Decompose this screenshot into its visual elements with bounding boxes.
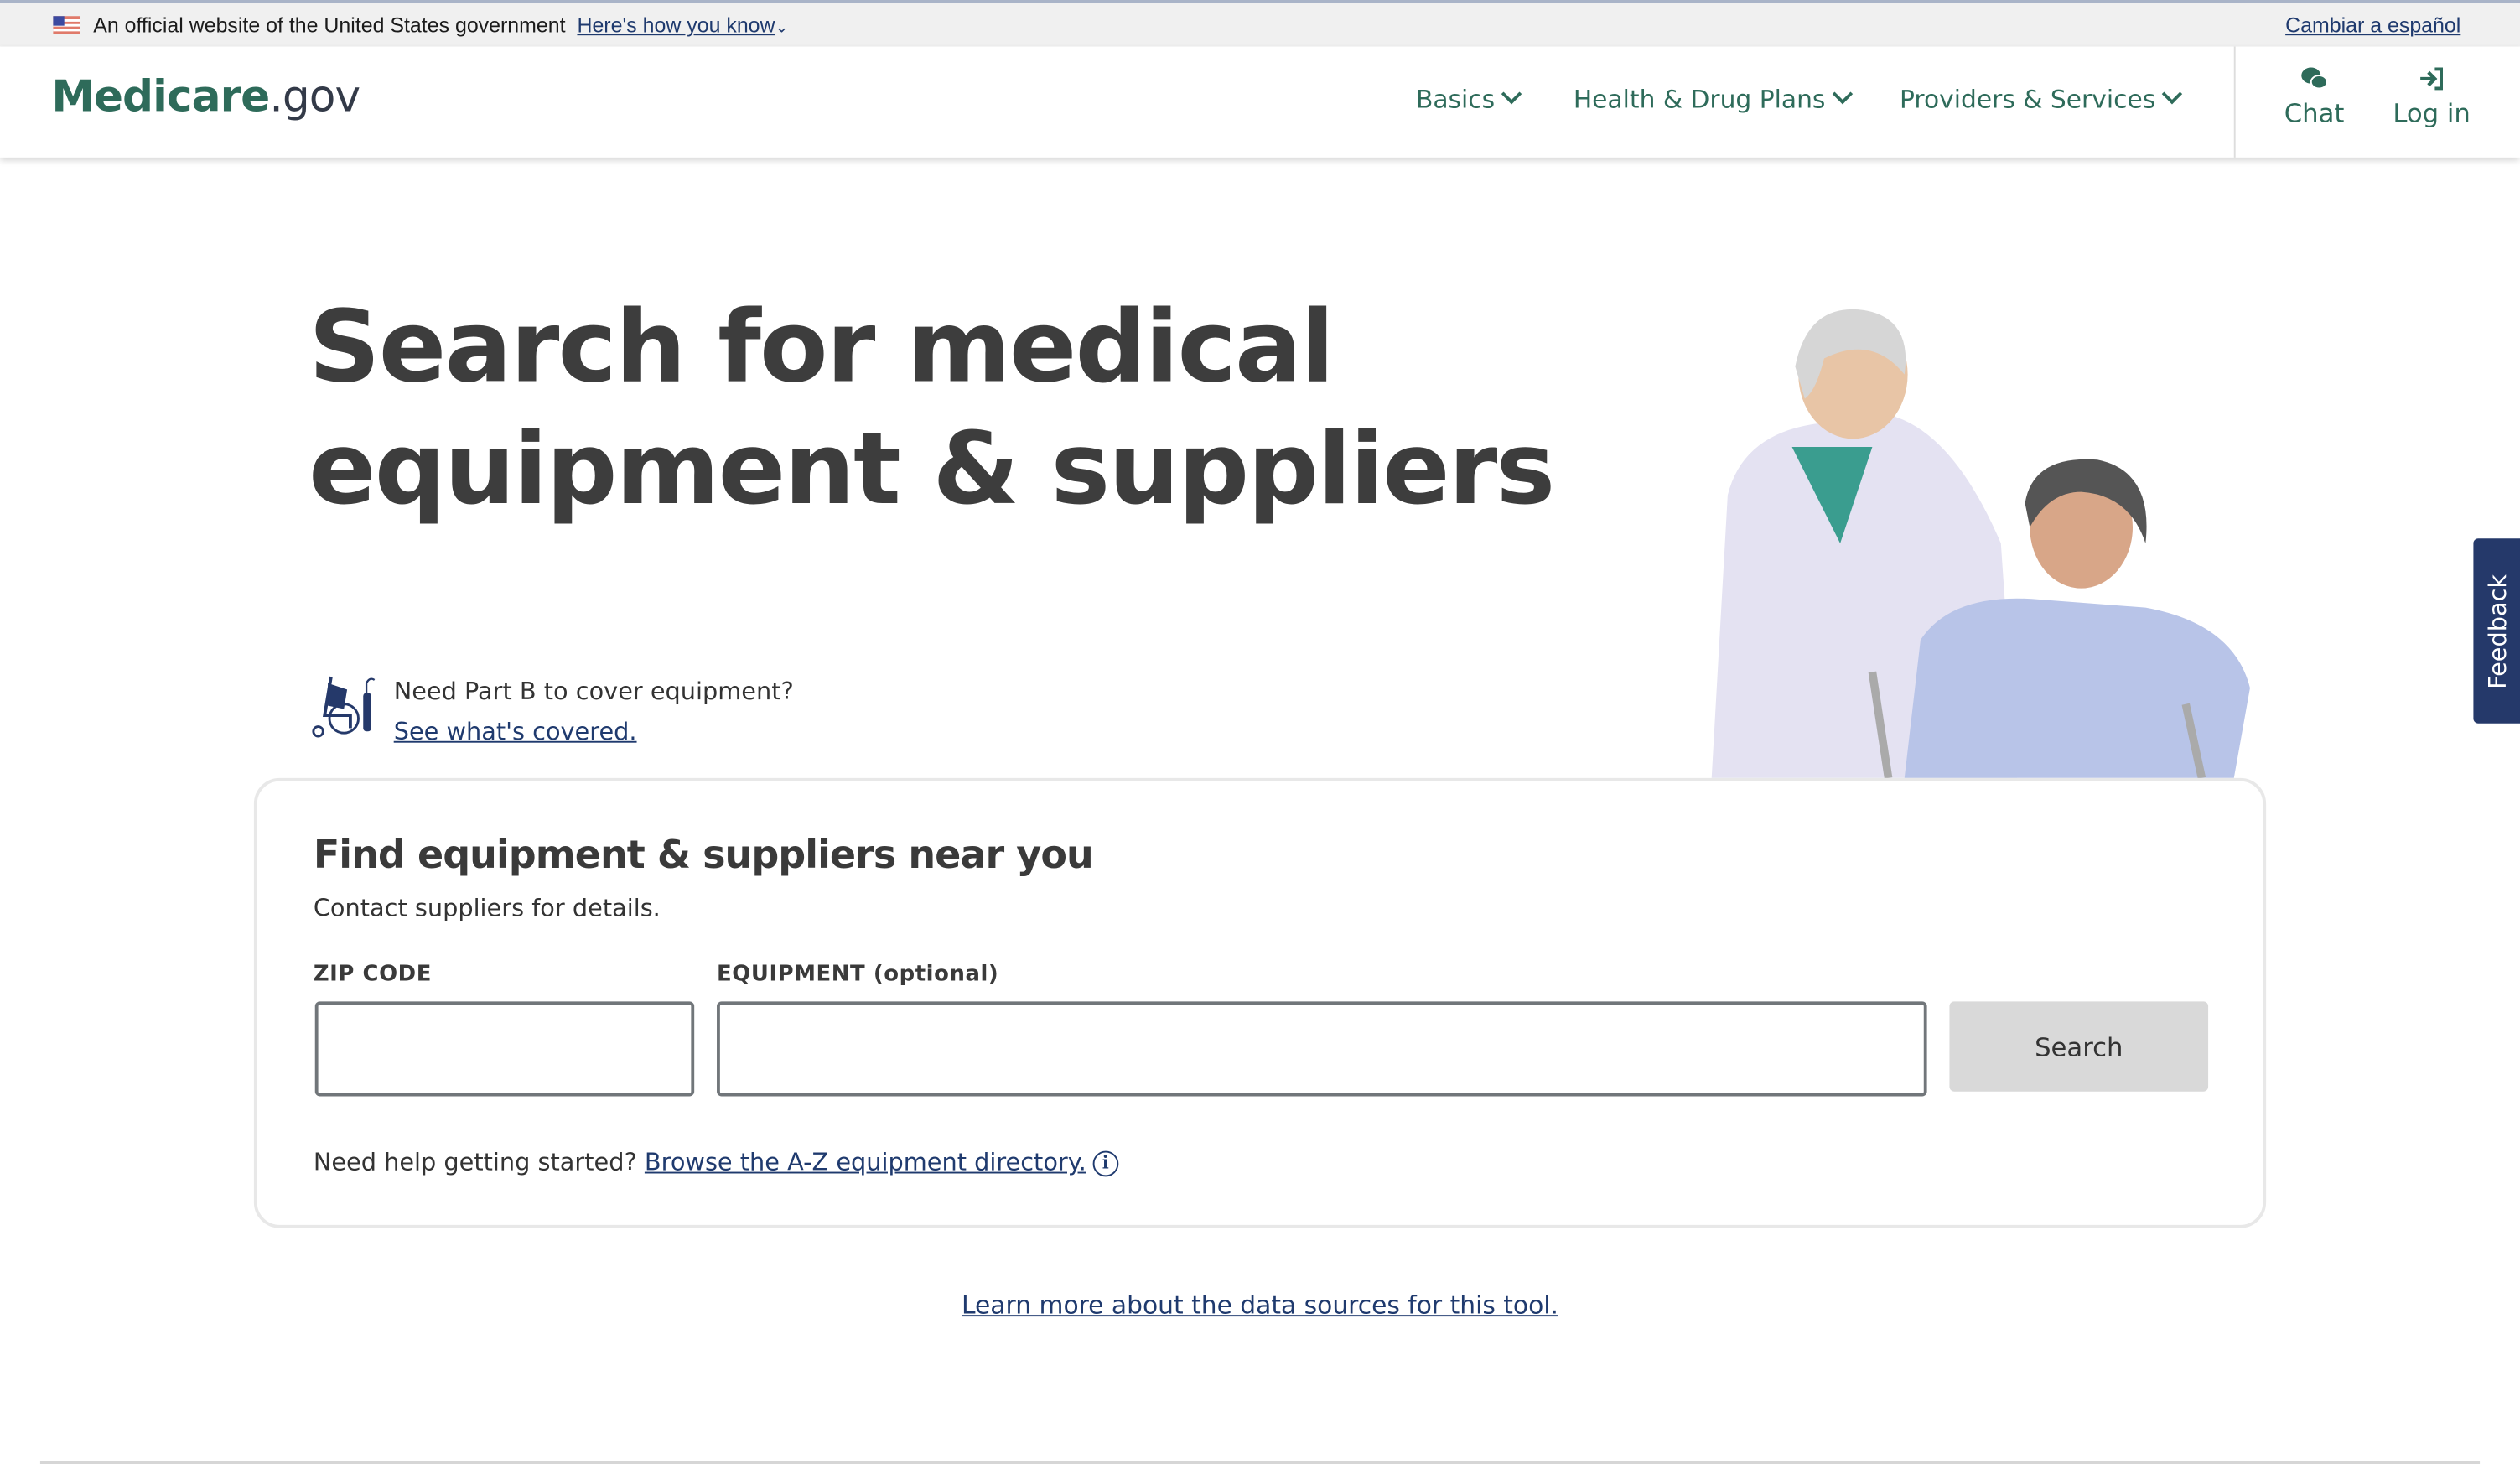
zip-code-input[interactable] [314, 1001, 695, 1097]
logo-suffix: .gov [269, 72, 360, 122]
gov-banner: An official website of the United States… [0, 0, 2520, 47]
chat-label: Chat [2284, 97, 2345, 129]
search-card-subtext: Contact suppliers for details. [313, 893, 661, 923]
us-flag-icon [53, 16, 80, 34]
spanish-language-link[interactable]: Cambiar a español [2285, 13, 2460, 37]
chat-icon [2301, 67, 2328, 90]
equipment-input[interactable] [717, 1001, 1927, 1097]
data-sources-link[interactable]: Learn more about the data sources for th… [962, 1290, 1558, 1320]
nav-label: Providers & Services [1900, 85, 2156, 115]
footer-divider [39, 1461, 2481, 1464]
wheelchair-oxygen-icon [312, 676, 376, 738]
info-icon[interactable]: i [1092, 1150, 1119, 1177]
zip-code-label: ZIP CODE [313, 961, 432, 988]
equipment-label: EQUIPMENT (optional) [717, 961, 999, 988]
chevron-down-icon: ⌄ [775, 19, 789, 38]
header-divider [2233, 46, 2236, 158]
title-line-2: equipment & suppliers [309, 409, 1555, 527]
doctor-patient-image [1711, 309, 2250, 778]
chat-button[interactable]: Chat [2282, 66, 2346, 129]
site-header: Medicare.gov Basics Health & Drug Plans … [0, 46, 2520, 158]
part-b-question: Need Part B to cover equipment? [393, 677, 794, 706]
login-label: Log in [2393, 97, 2471, 129]
login-button[interactable]: Log in [2392, 66, 2472, 129]
chevron-down-icon [1501, 83, 1522, 105]
search-button[interactable]: Search [1949, 1001, 2209, 1092]
az-directory-link[interactable]: Browse the A-Z equipment directory. [645, 1148, 1086, 1177]
help-text: Need help getting started? [313, 1147, 637, 1177]
logo-main: Medicare [51, 72, 270, 122]
nav-label: Health & Drug Plans [1573, 85, 1826, 115]
page: An official website of the United States… [0, 0, 2520, 1464]
feedback-label: Feedback [2481, 573, 2512, 688]
see-whats-covered-link[interactable]: See what's covered. [394, 717, 637, 746]
learn-more-row: Learn more about the data sources for th… [0, 1290, 2520, 1320]
login-icon [2420, 67, 2443, 91]
nav-providers-services[interactable]: Providers & Services [1900, 83, 2183, 115]
search-card: Find equipment & suppliers near you Cont… [253, 777, 2267, 1228]
title-line-1: Search for medical [309, 288, 1335, 406]
chevron-down-icon [2162, 83, 2183, 105]
medicare-logo[interactable]: Medicare.gov [51, 72, 360, 122]
how-you-know-link[interactable]: Here's how you know [577, 13, 775, 37]
help-row: Need help getting started? Browse the A-… [313, 1147, 1119, 1177]
gov-banner-text-row: An official website of the United States… [93, 13, 788, 37]
chevron-down-icon [1832, 83, 1853, 105]
feedback-tab[interactable]: Feedback [2473, 538, 2520, 724]
nav-label: Basics [1415, 85, 1496, 115]
nav-health-drug-plans[interactable]: Health & Drug Plans [1573, 83, 1853, 115]
nav-basics[interactable]: Basics [1415, 83, 1522, 115]
gov-banner-text: An official website of the United States… [93, 13, 566, 38]
search-card-heading: Find equipment & suppliers near you [313, 833, 1094, 878]
page-title: Search for medical equipment & suppliers [309, 286, 1555, 530]
